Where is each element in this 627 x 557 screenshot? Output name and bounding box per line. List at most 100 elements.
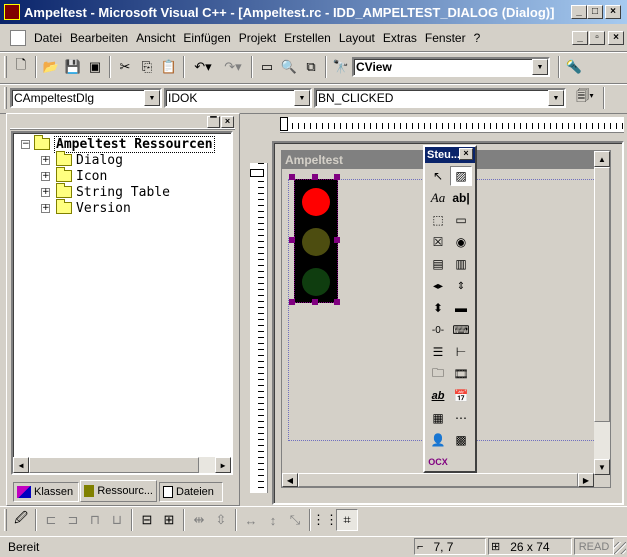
group-box-tool-icon[interactable]: ⬚	[427, 210, 449, 230]
undo-icon[interactable]: ↶▾	[188, 56, 218, 78]
tab-control-tool-icon[interactable]: 🗀	[427, 364, 449, 384]
edit-box-tool-icon[interactable]: ab|	[450, 188, 472, 208]
find-combo[interactable]: CView ▼	[352, 57, 550, 77]
expand-icon[interactable]: +	[41, 187, 50, 197]
horizontal-ruler[interactable]	[280, 117, 624, 133]
vscroll-tool-icon[interactable]: ⇕	[450, 276, 472, 296]
expand-icon[interactable]: +	[41, 171, 50, 181]
menu-bearbeiten[interactable]: Bearbeiten	[66, 31, 132, 45]
new-text-file-icon[interactable]: 🗋	[10, 56, 32, 78]
picture-tool-icon[interactable]: ▨	[450, 166, 472, 186]
scroll-thumb[interactable]	[29, 457, 199, 473]
scroll-left-icon[interactable]: ◀	[282, 473, 298, 487]
chevron-down-icon[interactable]: ▼	[548, 90, 564, 106]
save-icon[interactable]: 💾	[62, 56, 84, 78]
selection-handle[interactable]	[289, 174, 295, 180]
menu-erstellen[interactable]: Erstellen	[280, 31, 335, 45]
selection-handle[interactable]	[334, 299, 340, 305]
align-right-icon[interactable]: ⊐	[62, 509, 84, 531]
radio-button-tool-icon[interactable]: ◉	[450, 232, 472, 252]
scroll-thumb[interactable]	[594, 167, 610, 422]
static-text-tool-icon[interactable]: Aa	[427, 188, 449, 208]
mdi-restore-button[interactable]: ▫	[589, 31, 605, 45]
progress-tool-icon[interactable]: ▬	[450, 298, 472, 318]
scroll-right-icon[interactable]: ▶	[578, 473, 594, 487]
copy-icon[interactable]: ⎘	[136, 56, 158, 78]
center-vertical-icon[interactable]: ⊟	[136, 509, 158, 531]
vertical-ruler[interactable]	[250, 163, 268, 493]
expand-icon[interactable]: +	[41, 155, 50, 165]
tree-item-dialog[interactable]: + Dialog	[41, 151, 123, 168]
ip-address-tool-icon[interactable]: ⋯	[450, 408, 472, 428]
resize-grip-icon[interactable]	[614, 542, 626, 554]
tree-hscrollbar[interactable]: ◀ ▶	[13, 457, 231, 473]
menu-ansicht[interactable]: Ansicht	[132, 31, 179, 45]
toolbox-close-button[interactable]: ×	[459, 148, 473, 160]
open-folder-icon[interactable]: 📂	[40, 56, 62, 78]
extended-combo-tool-icon[interactable]: ▩	[450, 430, 472, 450]
mdi-doc-icon[interactable]	[10, 30, 26, 46]
collapse-icon[interactable]: −	[21, 139, 30, 149]
center-horizontal-icon[interactable]: ⊞	[158, 509, 180, 531]
spin-tool-icon[interactable]: ⬍	[427, 298, 449, 318]
ocx-tool-icon[interactable]: OCX	[427, 452, 449, 472]
mdi-minimize-button[interactable]: _	[572, 31, 588, 45]
hotkey-tool-icon[interactable]: ⌨	[450, 320, 472, 340]
selection-handle[interactable]	[289, 237, 295, 243]
save-all-icon[interactable]: ▣	[84, 56, 106, 78]
scroll-up-icon[interactable]: ▲	[594, 151, 610, 167]
toggle-guides-icon[interactable]: ⌗	[336, 509, 358, 531]
chevron-down-icon[interactable]: ▼	[532, 59, 548, 75]
message-combo[interactable]: BN_CLICKED ▼	[314, 88, 566, 108]
list-control-tool-icon[interactable]: ☰	[427, 342, 449, 362]
tree-item-string-table[interactable]: + String Table	[41, 183, 170, 200]
rich-edit-tool-icon[interactable]: ab	[427, 386, 449, 406]
scroll-left-icon[interactable]: ◀	[13, 457, 29, 473]
list-box-tool-icon[interactable]: ▥	[450, 254, 472, 274]
minimize-button[interactable]: _	[571, 5, 587, 19]
checkbox-tool-icon[interactable]: ☒	[427, 232, 449, 252]
selection-handle[interactable]	[334, 237, 340, 243]
pointer-tool-icon[interactable]: ↖	[427, 166, 449, 186]
menu-layout[interactable]: Layout	[335, 31, 379, 45]
same-height-icon[interactable]: ↕	[262, 509, 284, 531]
maximize-button[interactable]: □	[587, 5, 603, 19]
class-combo[interactable]: CAmpeltestDlg ▼	[10, 88, 162, 108]
tab-ressourcen[interactable]: Ressourc...	[80, 480, 157, 502]
space-across-icon[interactable]: ⇹	[188, 509, 210, 531]
slider-tool-icon[interactable]: -0-	[427, 320, 449, 340]
menu-einfuegen[interactable]: Einfügen	[179, 31, 234, 45]
paste-icon[interactable]: 📋	[158, 56, 180, 78]
panel-minimize-button[interactable]: ▔	[207, 116, 220, 128]
selection-handle[interactable]	[312, 174, 318, 180]
find-in-files-icon[interactable]: 🔭	[330, 56, 352, 78]
dialog-hscrollbar[interactable]: ◀ ▶	[282, 473, 594, 487]
dialog-vscrollbar[interactable]: ▲ ▼	[594, 151, 610, 475]
tab-dateien[interactable]: Dateien	[159, 482, 223, 502]
align-bottom-icon[interactable]: ⊔	[106, 509, 128, 531]
chevron-down-icon[interactable]: ▼	[294, 90, 310, 106]
tree-control-tool-icon[interactable]: ⊢	[450, 342, 472, 362]
selection-handle[interactable]	[312, 299, 318, 305]
menu-fenster[interactable]: Fenster	[421, 31, 470, 45]
scroll-thumb[interactable]	[298, 473, 578, 487]
mdi-close-button[interactable]: ×	[608, 31, 624, 45]
toolbox-titlebar[interactable]: Steu... ×	[425, 147, 475, 163]
expand-icon[interactable]: +	[41, 203, 50, 213]
same-width-icon[interactable]: ↔	[240, 509, 262, 531]
hscroll-tool-icon[interactable]: ◂▸	[427, 276, 449, 296]
button-tool-icon[interactable]: ▭	[450, 210, 472, 230]
panel-close-button[interactable]: ×	[221, 116, 234, 128]
find-icon[interactable]: 🔦	[563, 56, 585, 78]
menu-help[interactable]: ?	[470, 31, 485, 45]
workspace-icon[interactable]: ▭	[256, 56, 278, 78]
window-list-icon[interactable]: ⧉	[300, 56, 322, 78]
traffic-light-control[interactable]	[294, 179, 338, 303]
test-dialog-icon[interactable]: 🖉	[10, 509, 32, 531]
align-left-icon[interactable]: ⊏	[40, 509, 62, 531]
wizard-action-icon[interactable]: 🗐▾	[570, 87, 600, 109]
output-window-icon[interactable]: 🔍	[278, 56, 300, 78]
menu-extras[interactable]: Extras	[379, 31, 421, 45]
tree-root-row[interactable]: − Ampeltest Ressourcen	[21, 135, 215, 153]
close-button[interactable]: ×	[605, 5, 621, 19]
